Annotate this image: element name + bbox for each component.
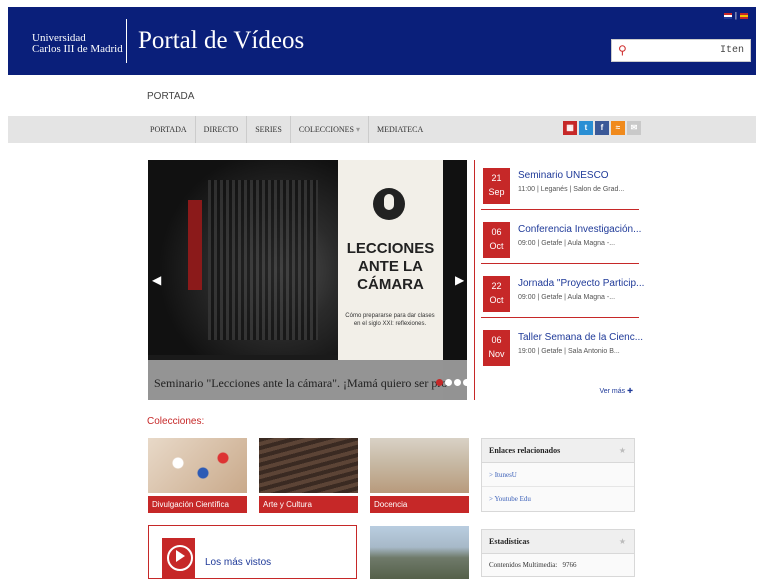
event-date: 21 Sep xyxy=(483,168,510,204)
search-icon[interactable]: ⚲ xyxy=(618,43,627,57)
event-date: 06 Oct xyxy=(483,222,510,258)
event-item[interactable]: 22 Oct Jornada "Proyecto Particip... 09:0… xyxy=(481,270,644,318)
featured-slider[interactable]: LECCIONES ANTE LA CÁMARA Cómo prepararse… xyxy=(148,160,467,400)
estadisticas-header: Estadísticas ★ xyxy=(482,530,634,554)
rss-icon[interactable]: ≈ xyxy=(611,121,625,135)
slide-dots xyxy=(436,379,467,386)
language-separator: | xyxy=(734,11,737,20)
collection-label: Arte y Cultura xyxy=(259,496,358,513)
header-divider xyxy=(126,19,127,63)
facebook-icon[interactable]: f xyxy=(595,121,609,135)
stat-label: Contenidos Multimedia: xyxy=(489,561,558,569)
collection-tile-docencia[interactable]: Docencia xyxy=(370,438,469,513)
event-day: 21 xyxy=(491,173,502,183)
ver-mas-link[interactable]: Ver más ✚ xyxy=(599,387,633,395)
event-date: 06 Nov xyxy=(483,330,510,366)
campus-photo[interactable] xyxy=(370,526,469,579)
molecule-image xyxy=(148,438,247,493)
collection-label: Docencia xyxy=(370,496,469,513)
event-title[interactable]: Taller Semana de la Cienc... xyxy=(518,332,643,343)
event-title[interactable]: Conferencia Investigación... xyxy=(518,224,641,235)
twitter-icon[interactable]: t xyxy=(579,121,593,135)
event-month: Sep xyxy=(488,187,505,197)
poster-title: LECCIONES ANTE LA CÁMARA xyxy=(346,240,435,293)
camera-lens-image xyxy=(148,160,338,355)
ver-mas-label: Ver más xyxy=(599,388,626,395)
slide-caption-text: Seminario "Lecciones ante la cámara". ¡M… xyxy=(154,376,448,390)
lens-red-band xyxy=(188,200,202,290)
university-logo[interactable]: Universidad Carlos III de Madrid xyxy=(32,33,123,55)
social-links: ▦ t f ≈ ✉ xyxy=(563,121,641,135)
estadisticas-panel: Estadísticas ★ Contenidos Multimedia: 976… xyxy=(481,529,635,577)
event-month: Nov xyxy=(488,349,505,359)
event-day: 22 xyxy=(491,281,502,291)
slide-dot[interactable] xyxy=(436,379,443,386)
guitar-image xyxy=(259,438,358,493)
enlaces-panel: Enlaces relacionados ★ > ItunesU > Youtub… xyxy=(481,438,635,512)
event-details: 09:00 | Getafe | Aula Magna -... xyxy=(518,240,616,247)
star-icon[interactable]: ★ xyxy=(619,439,626,463)
slide-caption[interactable]: Seminario "Lecciones ante la cámara". ¡M… xyxy=(148,360,467,400)
slide-dot[interactable] xyxy=(454,379,461,386)
event-title[interactable]: Seminario UNESCO xyxy=(518,170,609,181)
event-day: 06 xyxy=(491,335,502,345)
event-date: 22 Oct xyxy=(483,276,510,312)
nav-item-series[interactable]: SERIES xyxy=(247,116,291,143)
event-day: 06 xyxy=(491,227,502,237)
chevron-down-icon: ▾ xyxy=(356,125,361,134)
language-switcher: | xyxy=(723,11,748,20)
search-input[interactable]: ⚲ Iten xyxy=(611,39,751,62)
breadcrumb: PORTADA xyxy=(147,91,195,102)
event-details: 09:00 | Getafe | Aula Magna -... xyxy=(518,294,616,301)
link-itunesu[interactable]: > ItunesU xyxy=(482,463,634,487)
event-month: Oct xyxy=(489,295,504,305)
spanish-flag-icon[interactable] xyxy=(740,12,748,19)
microphone-icon xyxy=(373,188,405,220)
university-line2: Carlos III de Madrid xyxy=(32,43,123,55)
collection-tile-arte[interactable]: Arte y Cultura xyxy=(259,438,358,513)
plus-icon: ✚ xyxy=(627,388,633,395)
slide-poster: LECCIONES ANTE LA CÁMARA Cómo prepararse… xyxy=(338,160,443,360)
event-month: Oct xyxy=(489,241,504,251)
nav-item-mediateca[interactable]: MEDIATECA xyxy=(369,116,431,143)
play-icon xyxy=(162,538,195,578)
event-item[interactable]: 06 Oct Conferencia Investigación... 09:00… xyxy=(481,216,641,264)
enlaces-header: Enlaces relacionados ★ xyxy=(482,439,634,463)
slide-dot[interactable] xyxy=(445,379,452,386)
events-list: 21 Sep Seminario UNESCO 11:00 | Leganés |… xyxy=(474,160,644,400)
portal-title[interactable]: Portal de Vídeos xyxy=(138,27,304,55)
event-details: 11:00 | Leganés | Salon de Grad... xyxy=(518,186,625,193)
most-viewed-box[interactable]: Los más vistos xyxy=(148,525,357,579)
chevron-left-icon[interactable]: ◀ xyxy=(152,273,161,287)
search-text: Iten xyxy=(719,45,744,56)
nav-item-colecciones[interactable]: COLECCIONES ▾ xyxy=(291,116,370,143)
stat-row: Contenidos Multimedia: 9766 xyxy=(482,554,634,576)
calendar-icon[interactable]: ▦ xyxy=(563,121,577,135)
event-details: 19:00 | Getafe | Sala Antonio B... xyxy=(518,348,620,355)
colecciones-heading: Colecciones: xyxy=(147,416,205,427)
most-viewed-label: Los más vistos xyxy=(205,557,272,568)
event-item[interactable]: 21 Sep Seminario UNESCO 11:00 | Leganés |… xyxy=(481,162,639,210)
site-header: Universidad Carlos III de Madrid Portal … xyxy=(8,7,756,75)
nav-item-portada[interactable]: PORTADA xyxy=(147,116,196,143)
estadisticas-title: Estadísticas xyxy=(489,537,530,546)
slide-dot[interactable] xyxy=(463,379,467,386)
nav-item-directo[interactable]: DIRECTO xyxy=(196,116,248,143)
star-icon[interactable]: ★ xyxy=(619,530,626,554)
email-icon[interactable]: ✉ xyxy=(627,121,641,135)
collection-tile-divulgacion[interactable]: Divulgación Científica xyxy=(148,438,247,513)
stat-value: 9766 xyxy=(562,561,577,569)
classroom-image xyxy=(370,438,469,493)
event-item[interactable]: 06 Nov Taller Semana de la Cienc... 19:00… xyxy=(481,324,643,372)
poster-subtitle: Cómo prepararse para dar clases en el si… xyxy=(345,313,435,327)
nav-item-colecciones-label: COLECCIONES xyxy=(298,125,354,134)
chevron-right-icon[interactable]: ▶ xyxy=(455,273,464,287)
enlaces-title: Enlaces relacionados xyxy=(489,446,561,455)
english-flag-icon[interactable] xyxy=(723,12,732,19)
event-title[interactable]: Jornada "Proyecto Particip... xyxy=(518,278,644,289)
collection-label: Divulgación Científica xyxy=(148,496,247,513)
link-youtube-edu[interactable]: > Youtube Edu xyxy=(482,487,634,511)
main-nav: PORTADA DIRECTO SERIES COLECCIONES ▾ MED… xyxy=(8,116,756,143)
